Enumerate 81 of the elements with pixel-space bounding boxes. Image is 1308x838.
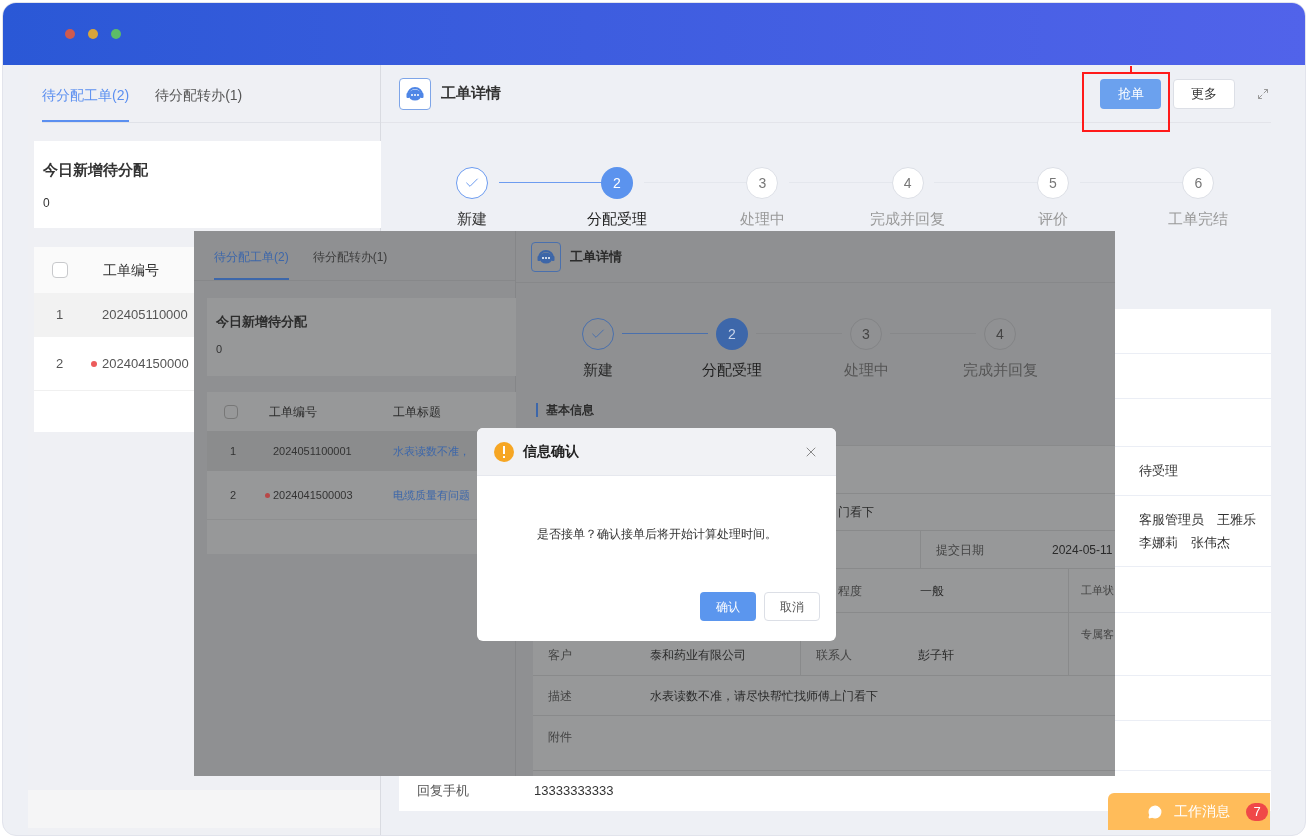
step-label: 完成并回复 <box>962 360 1038 380</box>
stat-value: 0 <box>216 341 223 357</box>
step-label: 处理中 <box>843 360 889 380</box>
step-label: 新建 <box>456 209 487 229</box>
field-value: 一般 <box>920 582 945 600</box>
dialog-button[interactable]: 确认 <box>700 592 756 621</box>
panel-title: 工单详情 <box>441 83 501 104</box>
step-number: 2 <box>728 324 736 344</box>
table-cell-text: 202404150000 <box>102 354 189 373</box>
count-badge: 7 <box>1246 802 1268 821</box>
action-button[interactable]: 更多 <box>1173 78 1235 109</box>
action-button[interactable]: 抢单 <box>1100 78 1161 109</box>
table-cell-text: 1 <box>230 443 238 459</box>
step-number: 5 <box>1049 173 1057 193</box>
table-cell-text: 1 <box>56 306 65 325</box>
step-label: 处理中 <box>739 209 785 229</box>
field-value: 水表读数不准，请尽快帮忙找师傅上门看下 <box>650 687 878 705</box>
assignee-name: 张伟杰 <box>1191 534 1230 552</box>
stat-value: 0 <box>43 194 50 212</box>
table-cell-text: 202405110000 <box>102 306 188 325</box>
step-label: 分配受理 <box>702 360 762 380</box>
column-header: 工单标题 <box>393 403 441 421</box>
ticket-title-link[interactable]: 电缆质量有问题 <box>393 486 470 504</box>
field-label: 提交日期 <box>936 541 985 559</box>
step-number: 3 <box>862 324 870 344</box>
field-value: 泰和药业有限公司 <box>650 647 746 664</box>
tab[interactable]: 待分配转办(1) <box>155 85 243 122</box>
step-label: 新建 <box>583 360 613 380</box>
annotation-mark <box>1130 66 1132 73</box>
dialog-title: 信息确认 <box>523 442 579 461</box>
dialog-button[interactable]: 取消 <box>764 592 820 621</box>
step-number: 6 <box>1194 173 1203 193</box>
table-cell-text: 2024041500003 <box>273 487 354 503</box>
field-value: 彭子轩 <box>918 647 954 664</box>
assignee-name: 王雅乐 <box>1217 510 1256 529</box>
field-label: 回复手机 <box>417 782 470 801</box>
field-value: 13333333333 <box>534 782 614 801</box>
warning-icon <box>494 441 514 462</box>
stat-title: 今日新增待分配 <box>43 160 148 180</box>
field-value: 2024-05-11 <box>1052 541 1113 559</box>
section-title: 基本信息 <box>536 403 594 417</box>
panel-title: 工单详情 <box>570 247 622 266</box>
field-label: 专属客 <box>1081 628 1114 640</box>
checkbox[interactable] <box>52 262 68 278</box>
step-label: 评价 <box>1037 209 1068 229</box>
window-control-icon[interactable] <box>111 29 121 39</box>
assignee-name: 客服管理员 <box>1139 510 1204 529</box>
step-label: 工单完结 <box>1168 209 1229 229</box>
headset-chat-icon <box>536 247 556 266</box>
field-label: 工单状 <box>1081 583 1114 599</box>
step-number: 4 <box>903 173 912 193</box>
headset-chat-icon <box>405 84 425 103</box>
field-label: 程度 <box>838 582 863 600</box>
table-cell-text: 2024051100001 <box>273 443 353 459</box>
expand-icon[interactable] <box>1257 87 1269 100</box>
table-cell-text: 2 <box>56 354 65 373</box>
tab[interactable]: 待分配工单(2) <box>42 85 130 122</box>
table-row[interactable]: 1 202405110000 <box>34 293 194 337</box>
field-label: 客户 <box>548 647 573 664</box>
field-label: 附件 <box>548 730 572 744</box>
status-value: 待受理 <box>1139 462 1178 481</box>
chat-icon <box>1148 804 1162 819</box>
column-header: 工单编号 <box>103 260 159 280</box>
field-label: 描述 <box>548 687 573 705</box>
field-value: 门看下 <box>838 504 874 521</box>
dialog-message: 是否接单？确认接单后将开始计算处理时间。 <box>536 526 777 543</box>
window-control-icon[interactable] <box>88 29 98 39</box>
assignee-name: 李娜莉 <box>1139 534 1178 552</box>
step-label: 完成并回复 <box>870 209 946 229</box>
step-number: 3 <box>758 173 767 193</box>
field-label: 联系人 <box>816 647 853 664</box>
step-number: 4 <box>996 324 1004 344</box>
stat-title: 今日新增待分配 <box>216 313 307 331</box>
column-header: 工单编号 <box>269 403 318 421</box>
checkbox[interactable] <box>224 404 238 419</box>
step-number: 2 <box>613 173 621 193</box>
work-message-button[interactable]: 工作消息 7 <box>1108 793 1270 830</box>
table-cell-text: 2 <box>230 487 238 503</box>
window-control-icon[interactable] <box>65 29 75 39</box>
tab[interactable]: 待分配转办(1) <box>312 248 388 280</box>
step-label: 分配受理 <box>587 209 647 229</box>
